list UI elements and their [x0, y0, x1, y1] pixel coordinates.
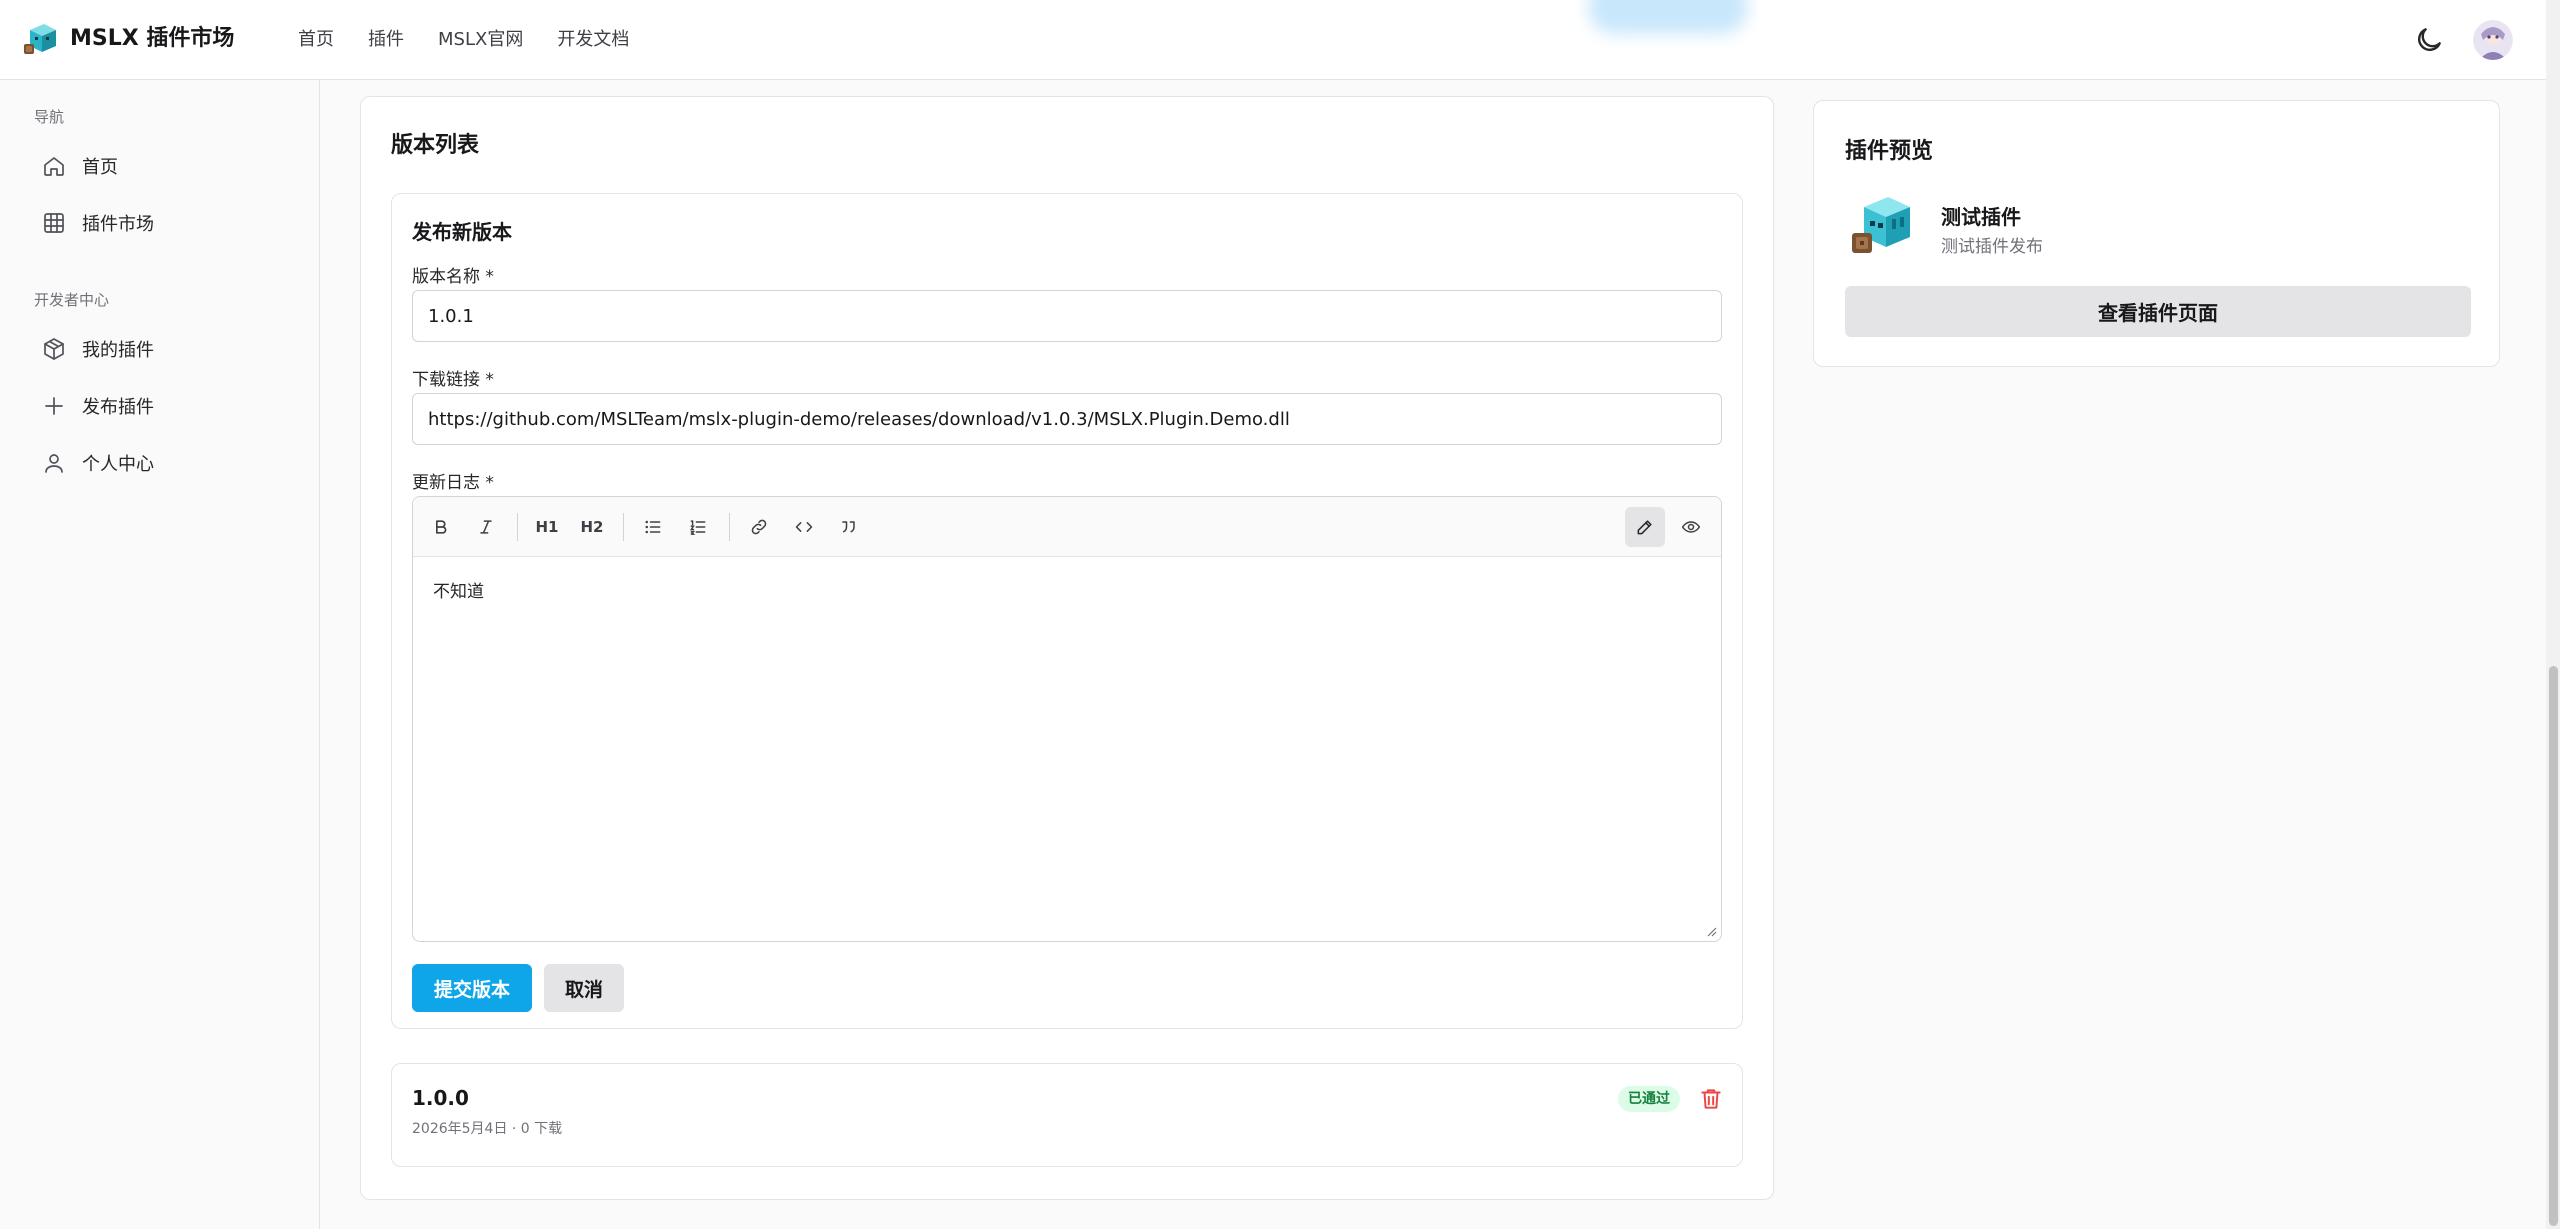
editor-toolbar: H1 H2 — [413, 497, 1721, 557]
list-item: 1.0.0 2026年5月4日 · 0 下载 已通过 — [391, 1063, 1743, 1167]
heading1-label: H1 — [535, 518, 559, 536]
eye-icon — [1681, 521, 1701, 533]
quote-icon — [842, 521, 855, 533]
version-name-label: 版本名称 * — [412, 267, 494, 287]
grid-icon — [44, 213, 64, 233]
sidebar-section-dev: 开发者中心 — [34, 291, 110, 309]
download-link-input[interactable] — [412, 393, 1722, 445]
version-name: 1.0.0 — [412, 1086, 469, 1110]
brand-name[interactable]: MSLX 插件市场 — [70, 22, 234, 56]
home-icon — [44, 157, 64, 176]
heading1-button[interactable]: H1 — [527, 507, 567, 547]
heading2-label: H2 — [580, 518, 604, 536]
preview-title: 插件预览 — [1845, 139, 1934, 164]
sidebar-item-label: 个人中心 — [82, 454, 154, 475]
sidebar-item-label: 发布插件 — [82, 397, 154, 418]
plus-icon — [45, 397, 63, 415]
bullet-list-icon — [645, 520, 661, 534]
preview-mode-button[interactable] — [1671, 507, 1711, 547]
status-badge: 已通过 — [1618, 1086, 1680, 1112]
sidebar-item-home[interactable]: 首页 — [26, 143, 296, 189]
download-link-label: 下载链接 * — [412, 370, 494, 390]
plugin-description: 测试插件发布 — [1941, 237, 2043, 257]
cancel-button[interactable]: 取消 — [544, 964, 624, 1012]
resize-handle-icon[interactable] — [1705, 925, 1717, 937]
code-icon — [795, 522, 813, 532]
toolbar-divider — [623, 513, 624, 541]
plugin-preview-card: 插件预览 测试插件 测试插件发布 查看插件页面 — [1813, 100, 2500, 367]
italic-button[interactable] — [466, 507, 506, 547]
new-version-form: 发布新版本 版本名称 * 下载链接 * 更新日志 * H1 H2 — [391, 193, 1743, 1029]
page-title: 版本列表 — [391, 133, 480, 158]
sidebar-item-publish-plugin[interactable]: 发布插件 — [26, 383, 296, 429]
ordered-list-icon — [689, 520, 706, 535]
version-meta: 2026年5月4日 · 0 下载 — [412, 1121, 563, 1137]
bold-icon — [436, 520, 447, 534]
sidebar-item-plugin-market[interactable]: 插件市场 — [26, 200, 296, 246]
top-navbar: MSLX 插件市场 首页 插件 MSLX官网 开发文档 — [0, 0, 2546, 80]
italic-icon — [480, 520, 492, 534]
changelog-editor: H1 H2 不知道 — [412, 496, 1722, 942]
quote-button[interactable] — [829, 507, 869, 547]
sidebar-item-profile[interactable]: 个人中心 — [26, 440, 296, 486]
version-name-input[interactable] — [412, 290, 1722, 342]
trash-icon[interactable] — [1698, 1086, 1724, 1112]
sidebar-item-label: 首页 — [82, 157, 118, 178]
nav-link-official-site[interactable]: MSLX官网 — [438, 24, 523, 56]
top-nav: 首页 插件 MSLX官网 开发文档 — [298, 24, 629, 56]
nav-link-plugins[interactable]: 插件 — [368, 24, 404, 56]
version-list-card: 版本列表 发布新版本 版本名称 * 下载链接 * 更新日志 * H1 H2 — [360, 96, 1774, 1200]
sidebar: 导航 首页 插件市场 开发者中心 我的插件 发布插件 个人中心 — [0, 80, 320, 1229]
sidebar-item-my-plugins[interactable]: 我的插件 — [26, 326, 296, 372]
user-icon — [45, 454, 63, 473]
nav-link-home[interactable]: 首页 — [298, 24, 334, 56]
form-title: 发布新版本 — [412, 220, 512, 244]
nav-link-dev-docs[interactable]: 开发文档 — [557, 24, 629, 56]
bold-button[interactable] — [421, 507, 461, 547]
submit-version-button[interactable]: 提交版本 — [412, 964, 532, 1012]
moon-icon[interactable] — [2413, 24, 2445, 56]
header-decoration — [1588, 0, 1748, 34]
bullet-list-button[interactable] — [633, 507, 673, 547]
scrollbar-thumb[interactable] — [2549, 666, 2558, 1226]
logo-icon[interactable] — [22, 20, 60, 58]
heading2-button[interactable]: H2 — [572, 507, 612, 547]
avatar[interactable] — [2473, 20, 2513, 60]
sidebar-item-label: 插件市场 — [82, 214, 154, 235]
ordered-list-button[interactable] — [678, 507, 718, 547]
link-button[interactable] — [739, 507, 779, 547]
view-plugin-page-button[interactable]: 查看插件页面 — [1845, 286, 2471, 337]
pencil-icon — [1637, 520, 1652, 535]
changelog-label: 更新日志 * — [412, 473, 494, 493]
sidebar-item-label: 我的插件 — [82, 340, 154, 361]
sidebar-section-nav: 导航 — [34, 108, 65, 126]
plugin-name: 测试插件 — [1941, 205, 2021, 229]
toolbar-divider — [729, 513, 730, 541]
link-icon — [751, 519, 767, 535]
code-button[interactable] — [784, 507, 824, 547]
edit-mode-button[interactable] — [1625, 507, 1665, 547]
changelog-textarea[interactable]: 不知道 — [433, 577, 484, 602]
plugin-icon — [1852, 197, 1910, 253]
package-icon — [44, 338, 64, 360]
toolbar-divider — [517, 513, 518, 541]
